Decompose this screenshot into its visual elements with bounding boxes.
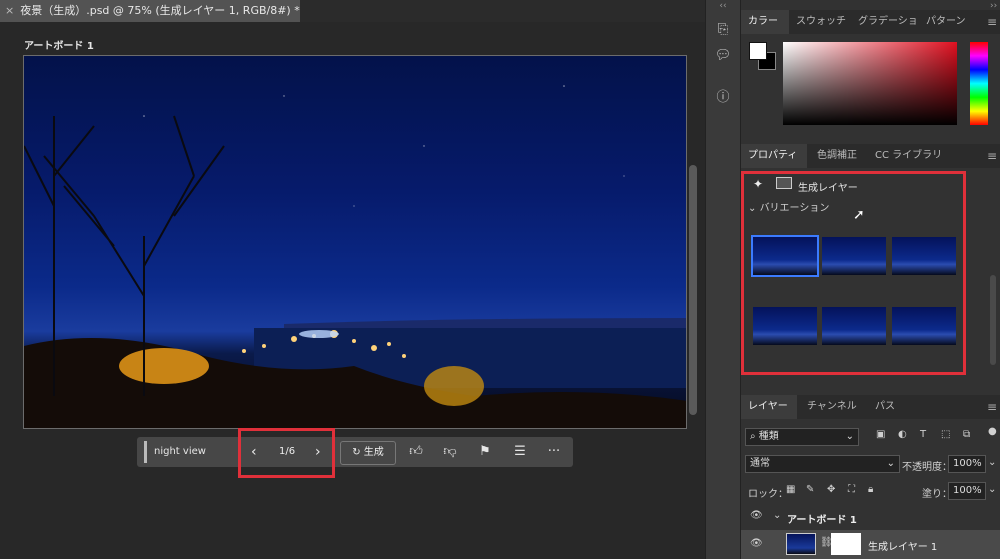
variation-counter: 1/6 xyxy=(279,446,296,457)
prompt-field[interactable]: night view xyxy=(144,441,236,463)
layer-filter-select[interactable]: ⌕ 種類 ⌄ xyxy=(745,428,859,446)
comments-icon[interactable]: 💬︎ xyxy=(713,48,733,63)
filter-toggle-icon[interactable]: ● xyxy=(988,426,997,437)
variation-thumbnail[interactable] xyxy=(822,237,886,275)
chevron-down-icon: ⌄ xyxy=(845,431,854,442)
fill-input[interactable]: 100% xyxy=(948,482,986,500)
visibility-eye-icon[interactable]: 👁︎ xyxy=(750,538,763,549)
settings-sliders-icon[interactable]: ☰ xyxy=(511,444,529,459)
document-tab[interactable]: × 夜景（生成）.psd @ 75% (生成レイヤー 1, RGB/8#) * xyxy=(0,0,300,22)
flag-icon[interactable]: ⚑ xyxy=(476,444,494,459)
filter-label: 種類 xyxy=(758,431,779,442)
generative-layer-icon: ✦ xyxy=(753,177,764,191)
generate-button[interactable]: ↻ 生成 xyxy=(340,441,396,465)
info-icon[interactable]: ⓘ xyxy=(713,86,733,105)
layer-mask-thumbnail[interactable] xyxy=(831,533,861,555)
layer-row[interactable]: 👁︎ ⌄ アートボード 1 xyxy=(741,505,1000,529)
refresh-icon: ↻ xyxy=(352,447,364,458)
lock-all-icon[interactable]: 🔒︎ xyxy=(868,484,873,495)
hue-slider[interactable] xyxy=(970,42,988,125)
pixel-filter-icon[interactable]: ▣ xyxy=(876,429,885,440)
layer-type-label: 生成レイヤー xyxy=(798,183,858,194)
lock-position-icon[interactable]: ✥ xyxy=(827,484,835,495)
generate-label: 生成 xyxy=(363,447,384,458)
type-filter-icon[interactable]: T xyxy=(920,429,926,440)
variation-thumbnail[interactable] xyxy=(892,237,956,275)
visibility-eye-icon[interactable]: 👁︎ xyxy=(750,510,763,521)
lock-artboard-icon[interactable]: ⛶ xyxy=(848,484,855,495)
layer-name: アートボード 1 xyxy=(787,515,857,526)
smart-object-filter-icon[interactable]: ⧉ xyxy=(963,429,970,440)
panel-menu-icon-layers[interactable]: ≡ xyxy=(987,400,997,414)
variation-thumbnail[interactable] xyxy=(822,307,886,345)
panel-menu-icon[interactable]: ≡ xyxy=(987,15,997,29)
layer-name: 生成レイヤー 1 xyxy=(868,542,938,553)
vertical-scrollbar[interactable] xyxy=(689,165,697,415)
opacity-label: 不透明度： xyxy=(902,462,952,473)
panel-menu-icon-properties[interactable]: ≡ xyxy=(987,149,997,163)
layers-panel-tabs: レイヤー チャンネル パス ≡ xyxy=(741,395,1000,419)
tab-swatches[interactable]: スウォッチ xyxy=(796,10,846,34)
tab-channels[interactable]: チャンネル xyxy=(807,395,857,419)
shape-filter-icon[interactable]: ⬚ xyxy=(941,429,950,440)
properties-panel-tabs: プロパティ 色調補正 CC ライブラリ ≡ xyxy=(741,144,1000,168)
variation-thumbnail[interactable] xyxy=(753,307,817,345)
lock-label: ロック： xyxy=(748,489,788,500)
variation-thumbnail[interactable] xyxy=(892,307,956,345)
thumbs-up-icon[interactable]: 👍︎ xyxy=(407,444,425,459)
blend-mode-select[interactable]: 通常 ⌄ xyxy=(745,455,900,473)
foreground-color-swatch[interactable] xyxy=(749,42,767,60)
tab-layers[interactable]: レイヤー xyxy=(741,395,797,419)
previous-variation-button[interactable]: ‹ xyxy=(251,444,257,460)
history-icon[interactable]: ⎘ xyxy=(713,22,733,37)
lock-image-icon[interactable]: ✎ xyxy=(806,484,814,495)
chevron-down-icon[interactable]: ⌄ xyxy=(773,510,781,521)
collapse-icon[interactable]: ‹‹ xyxy=(713,1,733,11)
more-options-icon[interactable]: ··· xyxy=(545,444,563,459)
blend-mode-value: 通常 xyxy=(750,458,770,469)
close-tab-icon[interactable]: × xyxy=(5,4,14,17)
tab-cc-libraries[interactable]: CC ライブラリ xyxy=(875,144,942,168)
mask-icon xyxy=(776,177,792,189)
tab-adjustments[interactable]: 色調補正 xyxy=(817,144,857,168)
variation-thumbnail[interactable] xyxy=(751,235,819,277)
lock-transparent-icon[interactable]: ▦ xyxy=(786,484,795,495)
cursor-icon: ➚ xyxy=(853,207,865,223)
opacity-dropdown-icon[interactable]: ⌄ xyxy=(988,457,996,468)
tab-patterns[interactable]: パターン xyxy=(926,10,966,34)
night-view-image xyxy=(24,85,686,428)
adjustment-filter-icon[interactable]: ◐ xyxy=(898,429,907,440)
fill-dropdown-icon[interactable]: ⌄ xyxy=(988,484,996,495)
variations-toggle[interactable]: ⌄ バリエーション xyxy=(748,199,829,214)
color-field[interactable] xyxy=(783,42,957,125)
tab-properties[interactable]: プロパティ xyxy=(741,144,807,168)
variations-label: バリエーション xyxy=(759,203,830,214)
opacity-input[interactable]: 100% xyxy=(948,455,986,473)
tab-paths[interactable]: パス xyxy=(875,395,895,419)
panel-icon-strip xyxy=(705,0,741,559)
properties-scrollbar[interactable] xyxy=(990,275,996,365)
document-title: 夜景（生成）.psd @ 75% (生成レイヤー 1, RGB/8#) * xyxy=(20,4,300,17)
chevron-down-icon: ⌄ xyxy=(886,458,895,469)
artboard-image[interactable] xyxy=(23,55,687,429)
color-panel-tabs: カラー スウォッチ グラデーショ パターン ≡ xyxy=(741,10,1000,34)
tab-gradients[interactable]: グラデーショ xyxy=(858,10,918,34)
next-variation-button[interactable]: › xyxy=(315,444,321,460)
layer-row-selected[interactable]: 👁︎ ⛓ 生成レイヤー 1 xyxy=(741,530,1000,559)
thumbs-down-icon[interactable]: 👎︎ xyxy=(441,444,459,459)
layer-thumbnail xyxy=(786,533,816,555)
artboard-label: アートボード 1 xyxy=(24,41,94,52)
tab-color[interactable]: カラー xyxy=(741,10,789,34)
